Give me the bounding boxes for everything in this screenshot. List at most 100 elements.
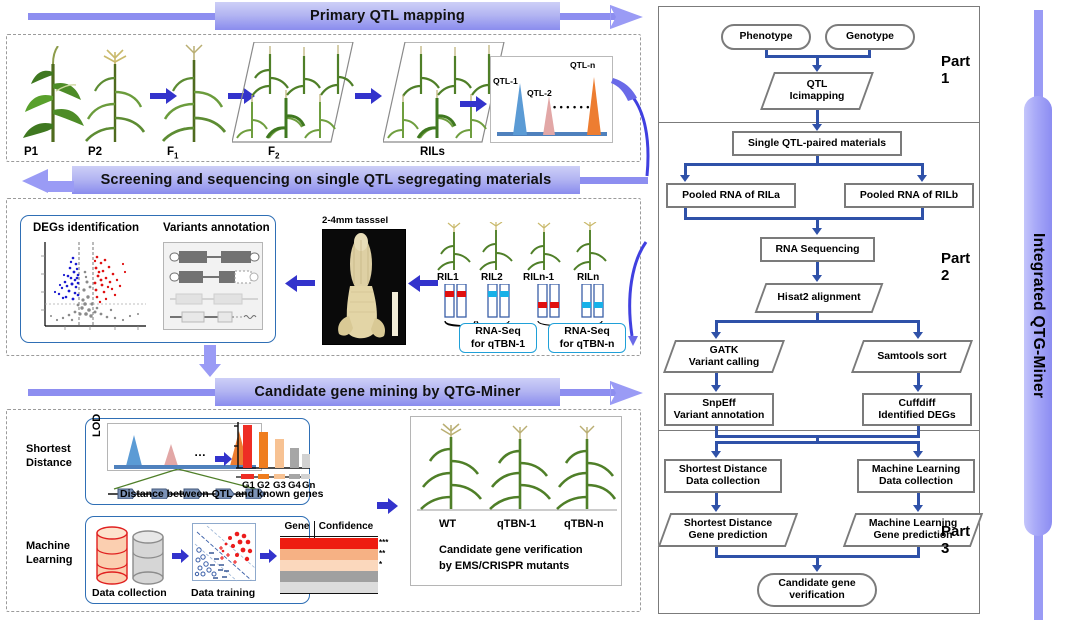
plant-label-p1: P1 bbox=[24, 146, 39, 158]
flowchart-divider-1 bbox=[659, 122, 979, 123]
table-row bbox=[280, 582, 378, 593]
lod-ellipsis: … bbox=[194, 445, 206, 459]
row-label-shortest-line2: Distance bbox=[26, 457, 72, 469]
arrow-head-icon bbox=[812, 228, 822, 235]
degs-variants-box: DEGs identification Variants annotation bbox=[20, 215, 276, 343]
qtl-peak-label-n: QTL-n bbox=[570, 60, 596, 70]
part-label-1: Part 1 bbox=[941, 53, 971, 87]
node-ml-data-collection[interactable]: Machine Learning Data collection bbox=[857, 459, 975, 493]
maize-plant-p2-icon bbox=[85, 49, 146, 142]
rnaseq-box-1-line2: for qTBN-1 bbox=[470, 338, 526, 350]
arrow-head-icon bbox=[812, 65, 822, 72]
node-samtools-sort[interactable]: Samtools sort bbox=[850, 340, 974, 373]
curved-arrow-down-right-icon bbox=[628, 241, 648, 346]
gene-models-icon bbox=[169, 251, 260, 323]
table-row bbox=[280, 538, 378, 549]
qtl-peak-label-2: QTL-2 bbox=[527, 88, 552, 98]
rils-population-icon bbox=[383, 42, 505, 143]
qtl-ellipsis: • • • • • • bbox=[553, 102, 590, 112]
node-rna-sequencing[interactable]: RNA Sequencing bbox=[760, 237, 875, 262]
node-genotype[interactable]: Genotype bbox=[825, 24, 915, 50]
figure-root: Primary QTL mapping P1 P2 F1 F2 RILs QTL… bbox=[0, 0, 1071, 627]
row-label-ml-line2: Learning bbox=[26, 554, 73, 566]
node-pooled-rna-rilb[interactable]: Pooled RNA of RILb bbox=[844, 183, 974, 208]
connector bbox=[684, 163, 924, 166]
arrow-head-icon bbox=[812, 565, 822, 572]
arrow-head-icon bbox=[917, 175, 927, 182]
banner-tail bbox=[28, 389, 228, 396]
banner-tail bbox=[28, 13, 228, 20]
plant-label-f1: F1 bbox=[167, 146, 179, 161]
vertical-arrow-stem-bottom bbox=[1034, 528, 1043, 620]
rnaseq-box-2-line2: for qTBN-n bbox=[559, 338, 615, 350]
maize-plant-p1-icon bbox=[23, 46, 84, 142]
node-qtl-icimapping[interactable]: QTL Icimapping bbox=[760, 72, 874, 110]
banner-body: Screening and sequencing on single QTL s… bbox=[72, 166, 580, 194]
rnaseq-box-2-line1: RNA-Seq bbox=[564, 325, 610, 338]
vertical-arrow-stem-top bbox=[1034, 10, 1043, 110]
banner-candidate: Candidate gene mining by QTG-Miner bbox=[10, 378, 650, 406]
ril-plants-icon bbox=[437, 222, 607, 271]
ril-label-1: RIL1 bbox=[437, 272, 459, 283]
rnaseq-box-1-line1: RNA-Seq bbox=[475, 325, 521, 338]
variants-title: Variants annotation bbox=[163, 222, 270, 234]
connector bbox=[684, 217, 924, 220]
plant-label-p2: P2 bbox=[88, 146, 103, 158]
lod-axis-label: LOD bbox=[91, 413, 103, 437]
arrow-head-icon bbox=[913, 451, 923, 458]
arrow-head-icon bbox=[913, 505, 923, 512]
arrow-head-icon bbox=[610, 4, 643, 30]
node-sd-gene-prediction[interactable]: Shortest Distance Gene prediction bbox=[657, 513, 799, 547]
gene-confidence-bar-chart: G1 G2 G3 G4 Gn bbox=[232, 418, 315, 491]
arrow-right-icon bbox=[215, 452, 232, 466]
banner-body: Primary QTL mapping bbox=[215, 2, 560, 30]
arrow-head-icon bbox=[812, 275, 822, 282]
part-label-3: Part 3 bbox=[941, 523, 971, 557]
banner-label: Screening and sequencing on single QTL s… bbox=[100, 172, 552, 188]
arrow-right-icon bbox=[355, 88, 382, 104]
part-label-2: Part 2 bbox=[941, 250, 971, 284]
arrow-head-icon bbox=[610, 380, 643, 406]
plant-label-f2: F2 bbox=[268, 146, 280, 161]
qtl-peak-label-1: QTL-1 bbox=[493, 76, 518, 86]
gene-cat-g4: G4 bbox=[288, 480, 301, 491]
gene-cat-g2: G2 bbox=[257, 480, 270, 491]
connector bbox=[715, 320, 920, 323]
arrow-left-icon bbox=[285, 275, 315, 292]
stars-3: *** bbox=[379, 538, 389, 547]
verify-plant-label-qtbnn: qTBN-n bbox=[564, 518, 604, 530]
node-candidate-gene-verification[interactable]: Candidate gene verification bbox=[757, 573, 877, 607]
node-gatk-variant-calling[interactable]: GATK Variant calling bbox=[662, 340, 786, 373]
gene-cat-g1: G1 bbox=[242, 480, 255, 491]
ril-label-n-1: RILn-1 bbox=[523, 272, 555, 283]
database-cylinders-icon bbox=[96, 526, 164, 585]
flowchart-divider-2 bbox=[659, 430, 979, 431]
tassel-image bbox=[338, 233, 398, 339]
scatter-classifier-icon bbox=[194, 525, 256, 582]
table-row bbox=[280, 560, 378, 571]
gene-cat-g3: G3 bbox=[273, 480, 286, 491]
node-sd-data-collection[interactable]: Shortest Distance Data collection bbox=[664, 459, 782, 493]
stars-1: * bbox=[379, 560, 383, 569]
node-hisat2-alignment[interactable]: Hisat2 alignment bbox=[754, 283, 884, 313]
node-single-qtl-materials[interactable]: Single QTL-paired materials bbox=[732, 131, 902, 156]
machine-learning-box: Data collection Data training Gene Confi… bbox=[85, 516, 388, 604]
node-snpeff-variant-annotation[interactable]: SnpEff Variant annotation bbox=[664, 393, 774, 426]
arrow-head-left-icon bbox=[22, 169, 74, 193]
table-header-confidence: Confidence bbox=[318, 521, 374, 532]
verification-caption-line2: by EMS/CRISPR mutants bbox=[439, 560, 570, 572]
node-pooled-rna-rila[interactable]: Pooled RNA of RILa bbox=[666, 183, 796, 208]
degs-title: DEGs identification bbox=[33, 222, 140, 234]
arrow-right-icon bbox=[260, 549, 277, 563]
data-collection-caption: Data collection bbox=[92, 587, 167, 599]
variants-annotation-plot bbox=[163, 242, 263, 330]
node-phenotype[interactable]: Phenotype bbox=[721, 24, 811, 50]
node-cuffdiff-degs[interactable]: Cuffdiff Identified DEGs bbox=[862, 393, 972, 426]
arrow-right-icon bbox=[460, 96, 487, 112]
arrow-head-icon bbox=[913, 332, 923, 339]
connector bbox=[715, 441, 920, 444]
data-training-plot bbox=[192, 523, 256, 582]
arrow-head-icon bbox=[680, 175, 690, 182]
arrow-right-icon bbox=[377, 498, 398, 514]
gene-cat-gn: Gn bbox=[302, 480, 316, 491]
